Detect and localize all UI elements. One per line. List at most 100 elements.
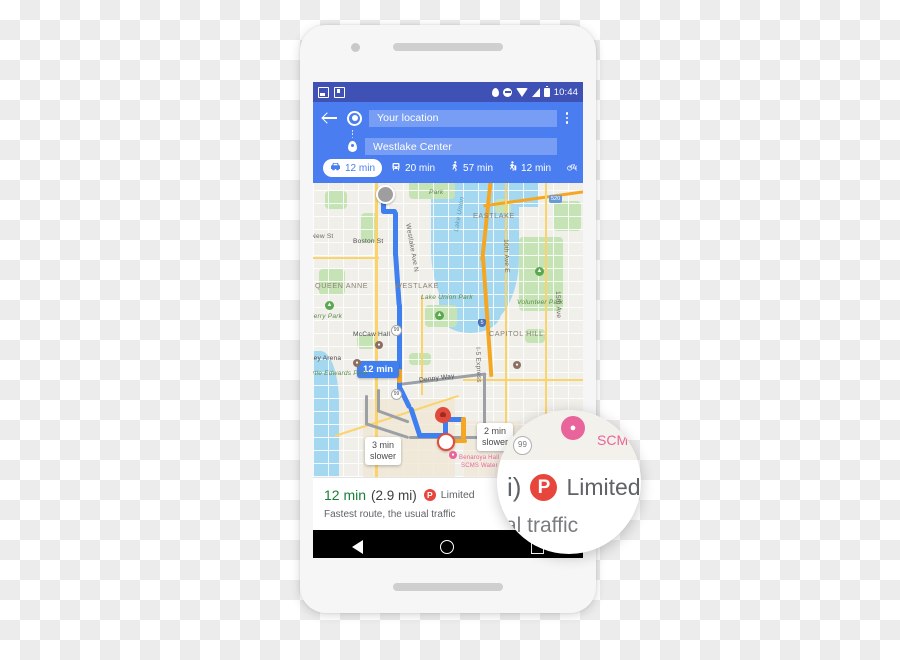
parking-icon: P	[423, 489, 436, 501]
driving-duration: 12 min	[345, 162, 376, 174]
map-label-new-st: New St	[313, 233, 334, 240]
map-label-key-arena: Key Arena	[313, 355, 342, 362]
home-nav-icon[interactable]	[439, 540, 454, 554]
alternate-route	[365, 395, 369, 425]
transit-icon	[391, 162, 401, 175]
map-label-myrtle-edwards: Myrtle Edwards Park	[313, 369, 368, 378]
back-nav-icon[interactable]	[351, 540, 363, 554]
destination-pin-icon	[345, 141, 360, 152]
map-label-queen-anne: QUEEN ANNE	[315, 281, 369, 290]
magnifier-map-strip: ● 99 SCM	[497, 410, 641, 460]
travel-mode-walking[interactable]: 57 min	[444, 158, 500, 178]
status-bar-notifications	[318, 86, 345, 98]
travel-mode-driving[interactable]: 12 min	[323, 159, 383, 177]
origin-row: Your location	[319, 108, 577, 128]
status-bar: 10:44	[313, 82, 583, 102]
map-label-capitol-hill: CAPITOL HILL	[489, 329, 544, 338]
lake-union-park-line: Lake Union Park	[421, 294, 473, 301]
earpiece-speaker	[393, 43, 503, 51]
destination-row: Westlake Center	[319, 138, 577, 155]
walk-icon	[451, 161, 459, 175]
transit-duration: 20 min	[405, 162, 436, 174]
image-icon	[318, 86, 329, 98]
destination-pin-marker[interactable]	[435, 407, 451, 424]
park-tree-icon: ▲	[325, 301, 334, 310]
map-label-lake-union-park: Lake Union Park	[421, 293, 473, 302]
park-tree-icon: ▲	[535, 267, 544, 276]
traffic-segment-slow	[461, 417, 466, 439]
map-label-kerry-park: Kerry Park	[313, 313, 343, 320]
rideshare-duration: 12 min	[521, 162, 552, 174]
destination-input[interactable]: Westlake Center	[365, 138, 557, 155]
car-icon	[330, 162, 341, 174]
alternate-route	[483, 373, 487, 425]
parking-icon: P	[530, 474, 558, 501]
map-label-10th-ave: 10th Ave E	[502, 239, 511, 274]
parking-availability-label: Limited	[440, 489, 475, 501]
highway-shield-i5: 5	[478, 319, 487, 327]
menu-dot	[565, 112, 569, 115]
menu-dot	[565, 121, 569, 124]
map-label-i5-express: I-5 Express	[474, 347, 483, 383]
travel-mode-transit[interactable]: 20 min	[384, 159, 442, 178]
origin-dot-icon	[347, 110, 362, 126]
bike-icon	[567, 162, 577, 174]
arterial-road	[313, 257, 379, 260]
magnifier-parking-line: i) P Limited	[507, 472, 641, 503]
poi-marker-icon[interactable]: ●	[375, 341, 383, 349]
magnifier-map-label: SCM	[597, 432, 629, 448]
screenshot-icon	[334, 86, 345, 98]
status-bar-clock: 10:44	[553, 86, 578, 98]
do-not-disturb-icon	[503, 87, 513, 97]
route-eta: 12 min	[324, 487, 367, 503]
travel-mode-tabs: 12 min 20 min 57 min 12 min	[319, 155, 577, 183]
park-tree-icon: ▲	[435, 311, 444, 320]
rideshare-icon	[509, 161, 517, 175]
highway-shield-99: 99	[391, 325, 402, 336]
highway-shield-99: 99	[513, 436, 532, 455]
map-label-mccaw-hall: McCaw Hall	[353, 331, 391, 338]
primary-route	[393, 211, 398, 257]
map-label-15th-ave: 15th Ave	[554, 291, 562, 319]
front-camera-icon	[351, 43, 360, 52]
alt-route-1-badge[interactable]: 3 min slower	[365, 437, 402, 465]
location-pin-icon	[492, 87, 500, 97]
map-label-westlake: WESTLAKE	[395, 281, 439, 290]
screenshot-stage: 10:44 Your location Westlake Center 12 m…	[0, 0, 900, 660]
back-arrow-icon[interactable]	[319, 108, 341, 128]
map-label-boston-st: Boston St	[353, 238, 384, 245]
travel-mode-rideshare[interactable]: 12 min	[502, 158, 558, 178]
overflow-menu-icon[interactable]	[557, 112, 577, 124]
poi-marker-icon: ●	[561, 416, 585, 440]
origin-input[interactable]: Your location	[369, 109, 557, 127]
directions-search-header: Your location Westlake Center 12 min 20 …	[313, 102, 583, 183]
origin-marker-icon	[376, 185, 395, 204]
poi-marker-icon[interactable]: ●	[449, 451, 457, 459]
status-bar-system-icons: 10:44	[492, 85, 578, 98]
map-label-park: Park	[429, 189, 444, 196]
current-vehicle-marker	[437, 433, 455, 451]
magnifier-parking-label: Limited	[566, 474, 641, 500]
wifi-icon	[516, 87, 529, 97]
magnifier-description-text: al traffic	[505, 514, 579, 537]
signal-icon	[532, 87, 541, 97]
highway-shield-99: 99	[391, 389, 402, 400]
menu-dot	[565, 116, 569, 120]
magnifier-paren-text: i)	[507, 472, 522, 502]
highway-shield-520: 520	[549, 195, 563, 203]
bottom-speaker	[393, 583, 503, 591]
alternate-route	[377, 389, 381, 411]
route-distance: (2.9 mi)	[371, 487, 417, 503]
myrtle-edwards-line: Myrtle Edwards Park	[313, 370, 368, 377]
arterial-road	[375, 183, 378, 477]
battery-icon	[544, 85, 550, 97]
connector-dots-icon	[347, 129, 358, 139]
map-label-eastlake: EASTLAKE	[473, 211, 515, 220]
alt1-label: slower	[370, 451, 397, 461]
poi-marker-icon[interactable]: ●	[513, 361, 521, 369]
poi-marker-icon[interactable]: ●	[353, 359, 361, 367]
travel-mode-cycling[interactable]	[560, 159, 577, 177]
route-connector	[319, 129, 577, 139]
magnifier-callout: ● 99 SCM i) P Limited al traffic	[497, 410, 641, 554]
alt1-time: 3 min	[372, 440, 395, 450]
